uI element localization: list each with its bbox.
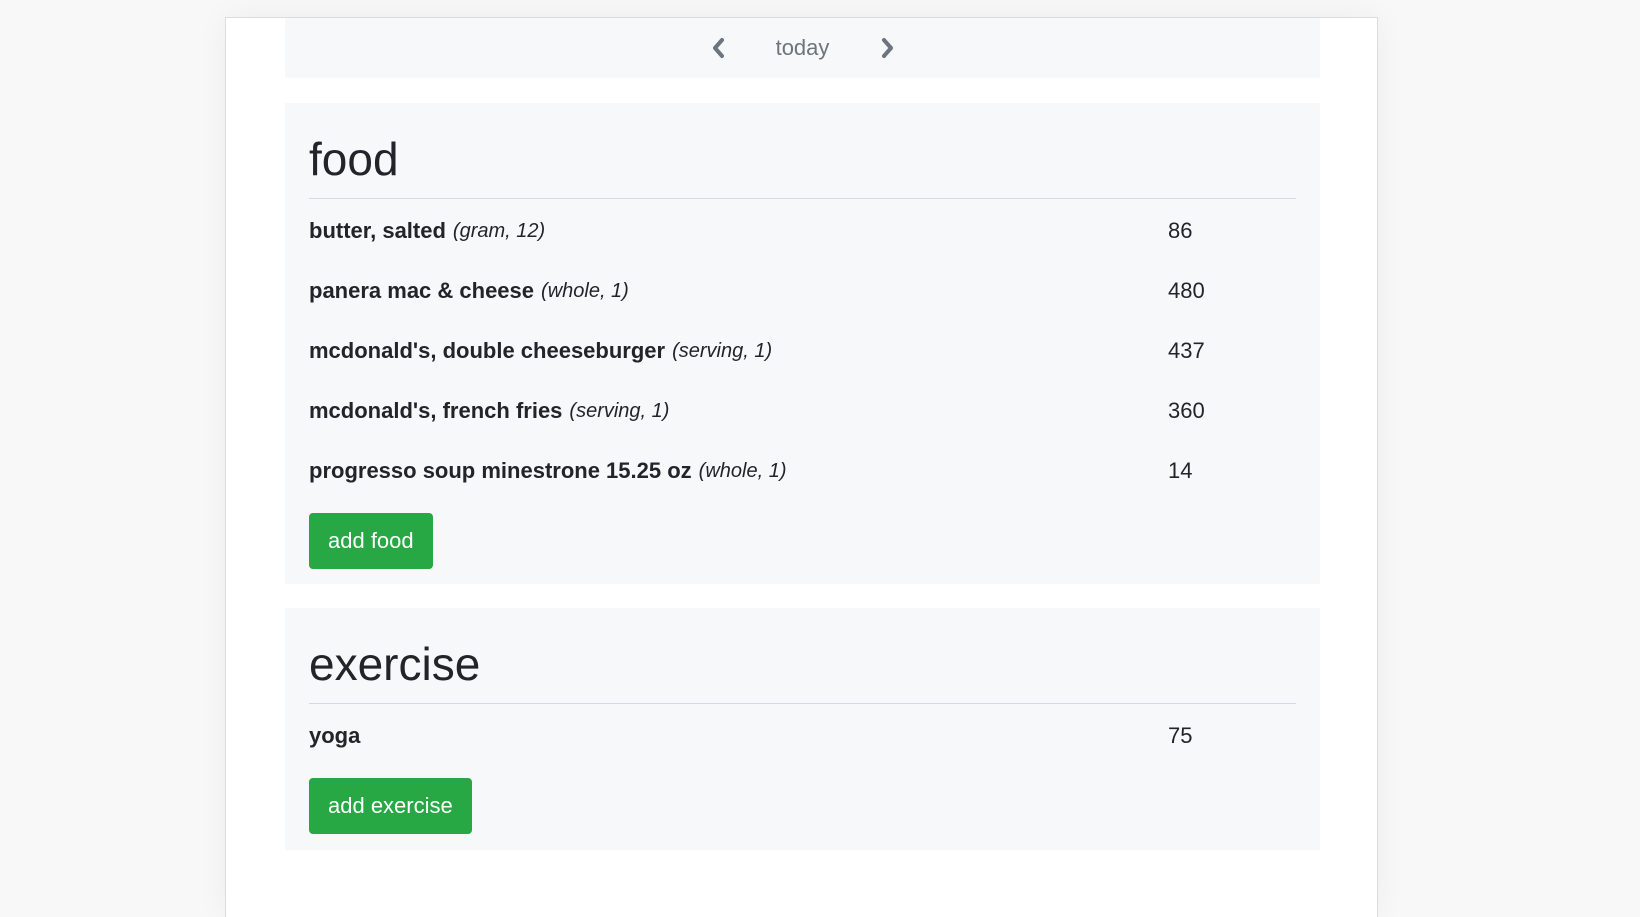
food-item-detail: (gram, 12) [452,219,546,242]
food-item-name: progresso soup minestrone 15.25 oz [309,458,692,483]
food-item-detail: (whole, 1) [541,279,629,302]
food-item-detail: (serving, 1) [672,339,773,362]
exercise-section: exercise yoga 75 add exercise [285,608,1320,850]
food-item[interactable]: progresso soup minestrone 15.25 oz (whol… [309,441,1296,501]
food-item-calories: 14 [1168,458,1193,483]
food-item-detail: (whole, 1) [698,459,787,482]
food-item-calories: 437 [1168,338,1205,363]
current-date-label: today [775,35,830,60]
food-item[interactable]: mcdonald's, french fries (serving, 1) 36… [309,381,1296,441]
food-item-name: mcdonald's, double cheeseburger [309,338,666,363]
food-heading: food [309,103,1296,199]
food-item[interactable]: mcdonald's, double cheeseburger (serving… [309,321,1296,381]
food-item-calories: 86 [1168,218,1193,243]
exercise-item-name: yoga [309,723,361,748]
food-item-detail: (serving, 1) [569,399,670,422]
food-item[interactable]: butter, salted (gram, 12) 86 [309,201,1296,261]
food-item-name: mcdonald's, french fries [309,398,563,423]
food-item-calories: 360 [1168,398,1205,423]
chevron-right-icon[interactable] [873,33,903,63]
food-item-name: panera mac & cheese [309,278,535,303]
chevron-left-icon[interactable] [703,33,733,63]
food-item[interactable]: panera mac & cheese (whole, 1) 480 [309,261,1296,321]
food-list: butter, salted (gram, 12) 86 panera mac … [309,201,1296,501]
add-exercise-button[interactable]: add exercise [309,778,472,834]
date-navigation: today [285,18,1320,78]
food-item-name: butter, salted [309,218,446,243]
food-section: food butter, salted (gram, 12) 86 panera… [285,103,1320,584]
food-item-calories: 480 [1168,278,1205,303]
exercise-item-calories: 75 [1168,723,1193,748]
exercise-item[interactable]: yoga 75 [309,706,1296,766]
exercise-heading: exercise [309,608,1296,704]
add-food-button[interactable]: add food [309,513,433,569]
page-container: today food butter, salted (gram, 12) 86 … [225,17,1378,917]
exercise-list: yoga 75 [309,706,1296,766]
